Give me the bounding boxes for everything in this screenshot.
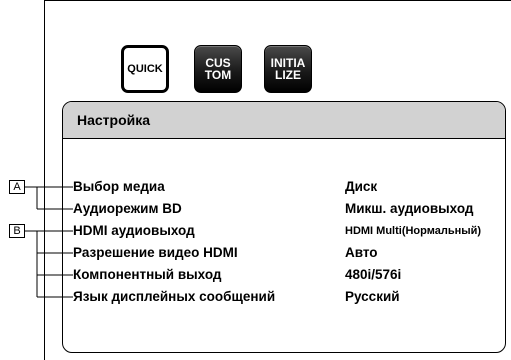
callout-a: A [9,180,25,194]
setting-value: Микш. аудиовыход [345,201,474,216]
frame-left-line [44,0,45,360]
panel-header: Настройка [63,102,505,139]
setting-row-osd-language[interactable]: Язык дисплейных сообщений Русский [73,287,503,307]
setting-value: Русский [345,289,400,304]
setting-row-media[interactable]: Выбор медиа Диск [73,177,503,197]
setting-label: Аудиорежим BD [73,201,182,216]
setting-row-component[interactable]: Компонентный выход 480i/576i [73,265,503,285]
initialize-button[interactable]: INITIA LIZE [264,45,312,93]
setting-label: Выбор медиа [73,179,165,194]
panel-title: Настройка [77,112,151,128]
setting-row-hdmi-audio[interactable]: HDMI аудиовыход HDMI Multi(Нормальный) [73,221,503,241]
setting-label: Компонентный выход [73,267,222,282]
quick-button-label: QUICK [127,63,163,75]
setting-label: HDMI аудиовыход [73,223,195,238]
setting-row-hdmi-resolution[interactable]: Разрешение видео HDMI Авто [73,243,503,263]
callout-b: B [9,224,25,238]
setting-value: 480i/576i [345,267,402,282]
setting-label: Язык дисплейных сообщений [73,289,276,304]
setting-value: Диск [345,179,378,194]
custom-button-label: CUS TOM [204,56,232,82]
setting-value: Авто [345,245,378,260]
setting-label: Разрешение видео HDMI [73,245,238,260]
custom-button[interactable]: CUS TOM [194,45,242,93]
frame-top-line [44,0,511,1]
quick-button[interactable]: QUICK [121,45,169,93]
setting-value: HDMI Multi(Нормальный) [345,225,482,237]
setting-row-bd-audio[interactable]: Аудиорежим BD Микш. аудиовыход [73,199,503,219]
initialize-button-label: INITIA LIZE [270,56,306,82]
